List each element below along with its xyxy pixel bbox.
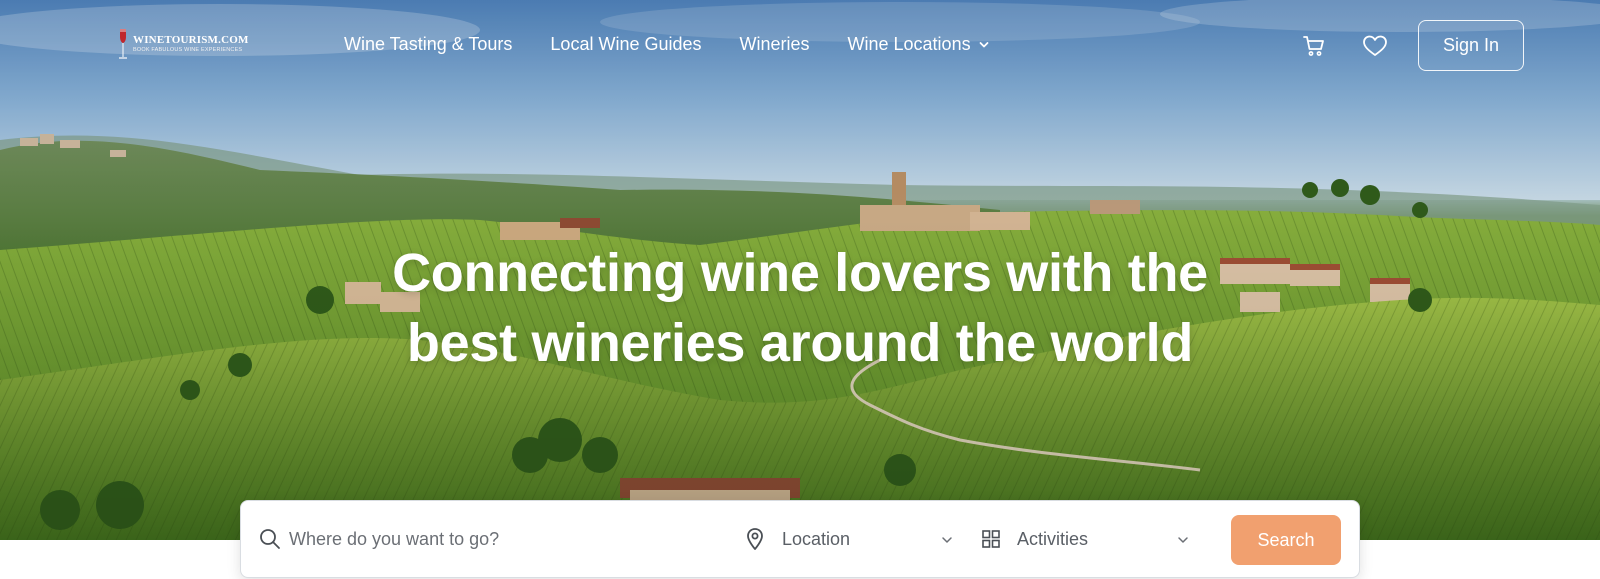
nav-link-wine-locations-label: Wine Locations [847,34,971,54]
heart-icon[interactable] [1362,34,1388,58]
wine-glass-icon [119,29,127,59]
sign-in-button[interactable]: Sign In [1418,20,1524,71]
search-icon [260,529,280,549]
activities-select-label: Activities [1017,529,1089,549]
nav-links: Wine Tasting & Tours Local Wine Guides W… [344,34,1027,55]
nav-link-local-wine-guides[interactable]: Local Wine Guides [550,34,701,55]
search-bar: Location Activities Search [240,500,1360,578]
hero-headline-line-1: Connecting wine lovers with the [392,243,1208,303]
destination-search-input[interactable] [289,521,709,557]
grid-icon [982,530,1000,548]
brand-name: WINETOURISM.COM [133,34,249,46]
top-navigation: WINETOURISM.COM BOOK FABULOUS WINE EXPER… [0,0,1600,92]
hero-headline-line-2: best wineries around the world [406,313,1194,373]
chevron-down-icon [942,537,952,543]
hero-banner: WINETOURISM.COM BOOK FABULOUS WINE EXPER… [0,0,1600,540]
cart-icon[interactable] [1302,34,1326,58]
location-select-label: Location [782,529,851,549]
nav-link-wineries[interactable]: Wineries [740,34,810,55]
search-button[interactable]: Search [1231,515,1341,565]
hero-headline: Connecting wine lovers with the best win… [0,238,1600,378]
brand-tagline: BOOK FABULOUS WINE EXPERIENCES [133,47,243,53]
chevron-down-icon [979,41,988,47]
nav-link-wine-tasting-tours[interactable]: Wine Tasting & Tours [344,34,512,55]
chevron-down-icon [1178,537,1188,543]
map-pin-icon [747,528,763,550]
site-logo[interactable]: WINETOURISM.COM BOOK FABULOUS WINE EXPER… [116,26,256,66]
nav-link-wine-locations[interactable]: Wine Locations [848,34,989,55]
